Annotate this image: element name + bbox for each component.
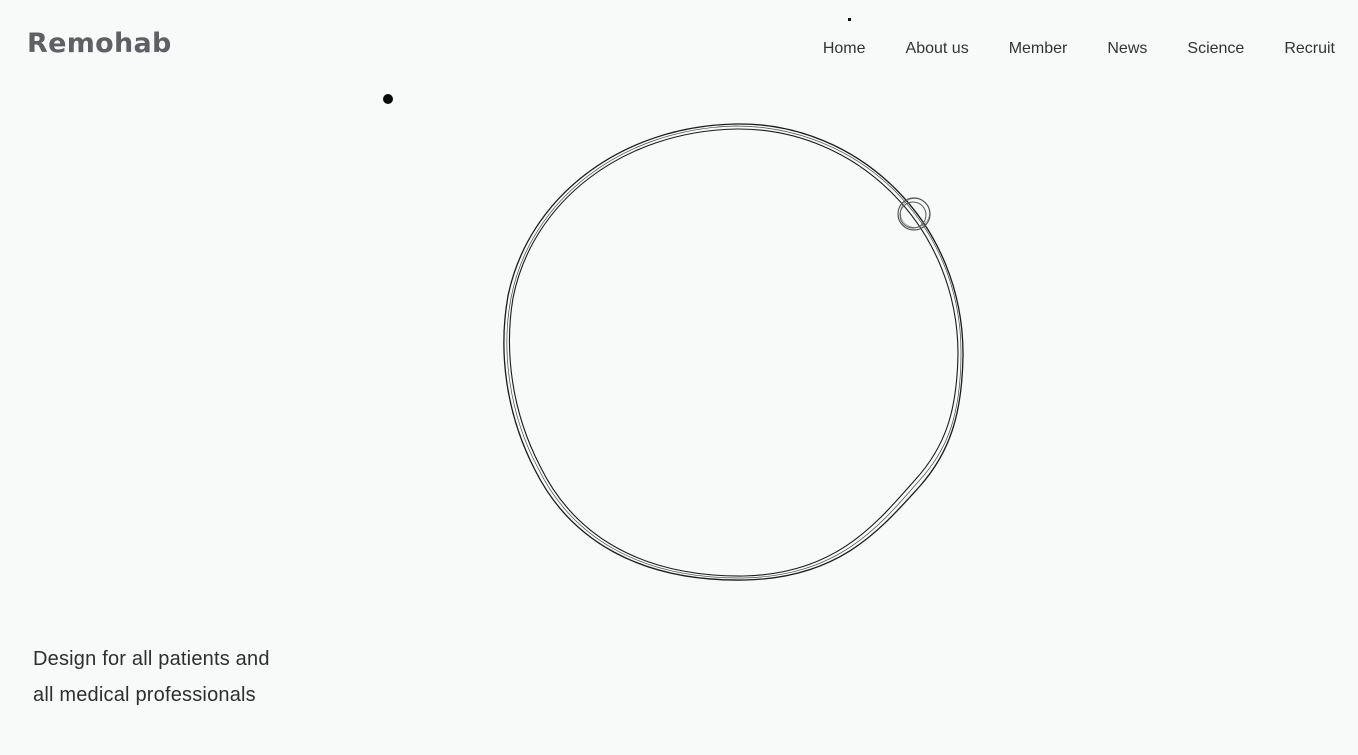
active-nav-indicator bbox=[848, 18, 851, 21]
nav-item-home[interactable]: Home bbox=[823, 39, 866, 59]
nav-item-news[interactable]: News bbox=[1107, 39, 1147, 59]
nav-item-recruit[interactable]: Recruit bbox=[1284, 39, 1335, 59]
cursor-dot bbox=[383, 94, 393, 104]
tagline-line-1: Design for all patients and bbox=[33, 648, 270, 670]
tagline-line-2: all medical professionals bbox=[33, 684, 256, 706]
hero-circle-stroke-sketch bbox=[506, 125, 962, 579]
small-ring-sketch bbox=[900, 198, 930, 228]
small-ring-inner bbox=[899, 201, 927, 229]
hero-tagline: Design for all patients and all medical … bbox=[33, 641, 270, 713]
hero-circle-stroke-inner bbox=[508, 128, 959, 577]
main-nav: Home About us Member News Science Recrui… bbox=[823, 39, 1335, 59]
brand-logo[interactable]: Remohab bbox=[27, 27, 172, 61]
nav-item-member[interactable]: Member bbox=[1009, 39, 1068, 59]
small-ring-outer bbox=[897, 197, 931, 231]
nav-item-about-us[interactable]: About us bbox=[906, 39, 969, 59]
nav-item-science[interactable]: Science bbox=[1187, 39, 1244, 59]
hero-circle-stroke-outer bbox=[503, 123, 964, 581]
